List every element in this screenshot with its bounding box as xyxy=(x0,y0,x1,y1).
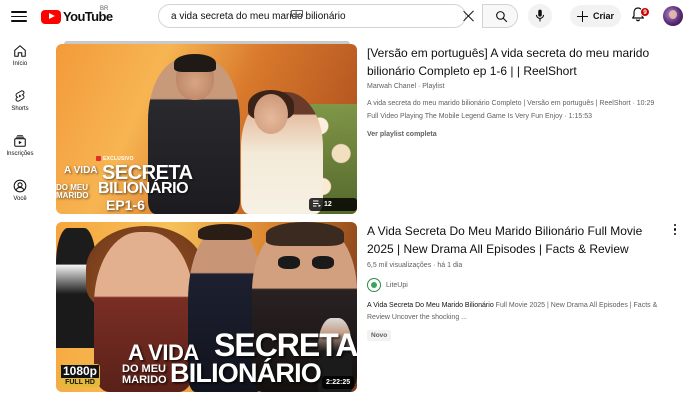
thumbnail-figure-hair xyxy=(266,222,344,246)
search-box xyxy=(158,4,466,28)
search-icon xyxy=(496,11,508,23)
playlist-result-info: [Versão em português] A vida secreta do … xyxy=(367,44,672,138)
youtube-play-icon xyxy=(41,9,61,24)
you-icon xyxy=(13,179,27,193)
menu-icon[interactable] xyxy=(11,8,27,24)
sidebar-item-label: Início xyxy=(12,61,28,67)
shorts-icon xyxy=(15,90,25,102)
sidebar-item-home[interactable]: Início xyxy=(0,44,40,80)
playlist-video-list: A vida secreta do meu marido bilionário … xyxy=(367,97,672,123)
playlist-icon xyxy=(313,200,321,207)
clear-search-icon[interactable] xyxy=(462,9,476,23)
video-views-and-date: 6,5 mil visualizações · há 1 dia xyxy=(367,262,463,269)
subscriptions-icon xyxy=(14,135,26,147)
playlist-video-entry[interactable]: Full Video Playing The Mobile Legend Gam… xyxy=(367,110,672,123)
home-icon xyxy=(14,45,26,57)
sidebar-item-label: Inscrições xyxy=(6,151,34,157)
notification-count-badge: 9 xyxy=(640,7,650,17)
thumbnail-episode-label: EP1-6 xyxy=(106,197,145,213)
hd-label: FULL HD xyxy=(60,378,100,387)
playlist-channel-line[interactable]: Marwah Chanel · Playlist xyxy=(367,83,672,90)
video-title[interactable]: A Vida Secreta Do Meu Marido Bilionário … xyxy=(367,222,652,258)
view-full-playlist-link[interactable]: Ver playlist completa xyxy=(367,131,672,138)
thumbnail-title-line: DO MEU MARIDO xyxy=(56,183,89,200)
sidebar-item-label: Você xyxy=(13,196,27,202)
more-actions-icon[interactable] xyxy=(672,224,678,238)
sidebar-item-label: Shorts xyxy=(11,106,29,112)
hd-resolution: 1080p xyxy=(60,364,100,378)
plus-icon xyxy=(577,10,588,22)
playlist-video-count-badge: 12 vídeos xyxy=(309,198,357,211)
new-badge: Novo xyxy=(367,330,392,341)
sidebar-item-shorts[interactable]: Shorts xyxy=(0,89,40,125)
playlist-title[interactable]: [Versão em português] A vida secreta do … xyxy=(367,44,672,80)
account-avatar[interactable] xyxy=(663,6,683,26)
microphone-icon xyxy=(535,9,545,22)
thumbnail-sunglasses xyxy=(278,256,334,270)
keyboard-icon[interactable] xyxy=(291,10,303,17)
sidebar-item-you[interactable]: Você xyxy=(0,179,40,215)
thumbnail-title-line: DO MEU MARIDO xyxy=(122,363,167,386)
video-thumbnail[interactable]: A VIDA SECRETA DO MEU MARIDO BILIONÁRIO … xyxy=(56,222,357,392)
create-button[interactable]: Criar xyxy=(570,5,621,27)
playlist-video-entry[interactable]: A vida secreta do meu marido bilionário … xyxy=(367,97,672,110)
mini-guide-sidebar: Início Shorts Inscrições Você xyxy=(0,33,40,404)
description-highlight: A Vida Secreta Do Meu Marido Bilionário xyxy=(367,302,494,309)
search-button[interactable] xyxy=(482,4,518,28)
thumbnail-figure-head xyxy=(254,94,288,134)
top-bar: YouTube BR Criar 9 xyxy=(0,0,700,33)
thumbnail-title-line: BILIONÁRIO xyxy=(170,358,322,388)
logo-country-code: BR xyxy=(100,6,109,12)
voice-search-button[interactable] xyxy=(528,4,552,28)
channel-avatar[interactable] xyxy=(367,278,381,292)
thumbnail-title-art: A VIDA SECRETA DO MEU MARIDO BILIONÁRIO xyxy=(56,44,196,214)
hd-quality-badge: 1080p FULL HD xyxy=(60,364,100,387)
sidebar-item-subscriptions[interactable]: Inscrições xyxy=(0,134,40,170)
video-channel-row[interactable]: LiteUpi xyxy=(367,278,672,292)
thumbnail-title-line: A VIDA xyxy=(64,165,98,176)
video-duration-badge: 2:22:25 xyxy=(322,376,355,389)
thumbnail-figure-hair xyxy=(198,224,252,240)
channel-name[interactable]: LiteUpi xyxy=(386,282,408,289)
thumbnail-title-line: BILIONÁRIO xyxy=(98,180,189,197)
video-description-snippet: A Vida Secreta Do Meu Marido Bilionário … xyxy=(367,300,667,324)
search-input[interactable] xyxy=(159,5,465,27)
video-result-info: A Vida Secreta Do Meu Marido Bilionário … xyxy=(367,222,672,342)
create-label: Criar xyxy=(593,11,615,21)
playlist-thumbnail[interactable]: EXCLUSIVO A VIDA SECRETA DO MEU MARIDO B… xyxy=(56,44,357,214)
